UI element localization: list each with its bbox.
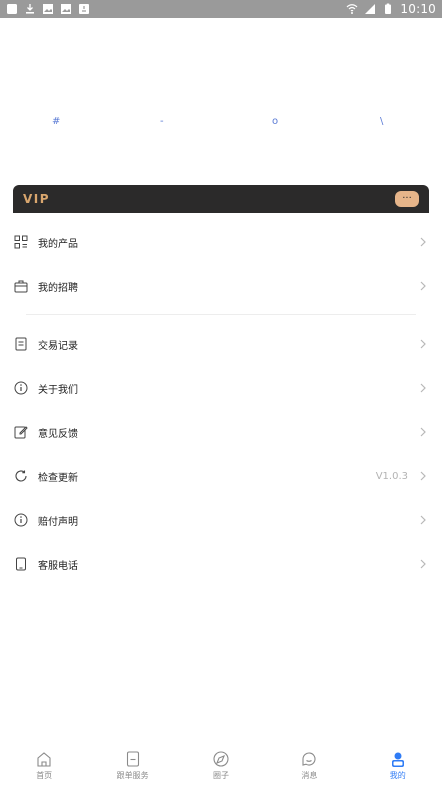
menu-item-check-update[interactable]: 检查更新 V1.0.3	[0, 454, 442, 498]
menu-item-right	[408, 514, 428, 526]
edit-icon	[14, 425, 28, 439]
chevron-right-icon	[418, 514, 428, 526]
menu-item-label: 意见反馈	[38, 428, 78, 440]
placeholder-glyph: o	[272, 116, 279, 127]
grid-icon	[14, 235, 28, 249]
tab-label: 跟单服务	[116, 771, 149, 780]
menu-item-right	[408, 280, 428, 292]
menu-item-right	[408, 382, 428, 394]
tab-label: 我的	[389, 771, 406, 780]
battery-icon	[382, 3, 394, 15]
download-icon	[24, 3, 36, 15]
menu-item-feedback[interactable]: 意见反馈	[0, 410, 442, 454]
info-icon	[14, 513, 28, 527]
tab-label: 圈子	[212, 771, 229, 780]
menu-item-transactions[interactable]: 交易记录	[0, 322, 442, 366]
tab-order-following[interactable]: 跟单服务	[89, 742, 177, 781]
menu-item-my-products[interactable]: 我的产品	[0, 220, 442, 264]
profile-menu: 我的产品 我的招聘 交易记录 关于我们 意见反馈 检查更新 V1.0.3 赔付声…	[0, 220, 442, 586]
document-icon	[14, 337, 28, 351]
chevron-right-icon	[418, 426, 428, 438]
vip-title: VIP	[23, 192, 51, 206]
chevron-right-icon	[418, 236, 428, 248]
refresh-icon	[14, 469, 28, 483]
tab-label: 首页	[36, 771, 53, 780]
bottom-navigation: 首页 跟单服务 圈子 消息 我的	[0, 742, 442, 786]
menu-item-right	[408, 236, 428, 248]
menu-item-label: 检查更新	[38, 472, 78, 484]
placeholder-glyph: -	[160, 116, 164, 127]
image-icon	[42, 3, 54, 15]
briefcase-icon	[14, 279, 28, 293]
info-icon	[14, 381, 28, 395]
status-time: 10:10	[400, 2, 436, 16]
menu-item-label: 赔付声明	[38, 516, 78, 528]
tab-home[interactable]: 首页	[0, 742, 88, 781]
status-left-icons	[6, 3, 90, 15]
menu-item-right	[408, 338, 428, 350]
vip-action-button[interactable]: ···	[395, 191, 419, 207]
placeholder-glyph: \	[380, 116, 384, 127]
home-icon	[35, 750, 53, 768]
version-value: V1.0.3	[375, 470, 408, 482]
wifi-icon	[346, 3, 358, 15]
menu-item-label: 交易记录	[38, 340, 78, 352]
header-placeholder-glyphs: # - o \	[0, 116, 442, 132]
menu-item-right: V1.0.3	[376, 470, 428, 482]
chevron-right-icon	[418, 382, 428, 394]
chevron-right-icon	[418, 558, 428, 570]
signal-icon	[364, 3, 376, 15]
chevron-right-icon	[418, 470, 428, 482]
menu-item-customer-service[interactable]: 客服电话	[0, 542, 442, 586]
tab-messages[interactable]: 消息	[265, 742, 353, 781]
vip-card[interactable]: VIP ···	[13, 185, 429, 213]
tab-mine[interactable]: 我的	[354, 742, 442, 781]
chevron-right-icon	[418, 338, 428, 350]
menu-item-compensation[interactable]: 赔付声明	[0, 498, 442, 542]
chat-icon	[300, 750, 318, 768]
menu-item-label: 客服电话	[38, 560, 78, 572]
menu-item-right	[408, 558, 428, 570]
menu-divider	[0, 308, 442, 322]
notification-icon	[78, 3, 90, 15]
tab-circle[interactable]: 圈子	[177, 742, 265, 781]
menu-item-right	[408, 426, 428, 438]
status-right-icons: 10:10	[346, 2, 436, 16]
app-icon	[6, 3, 18, 15]
menu-item-label: 我的招聘	[38, 282, 78, 294]
profile-page: 10:10 # - o \ VIP ··· 我的产品 我的招聘 交易记录 关于我…	[0, 0, 442, 786]
menu-item-label: 关于我们	[38, 384, 78, 396]
document-icon	[124, 750, 142, 768]
placeholder-glyph: #	[52, 116, 61, 127]
phone-icon	[14, 557, 28, 571]
menu-item-about-us[interactable]: 关于我们	[0, 366, 442, 410]
menu-item-my-recruitment[interactable]: 我的招聘	[0, 264, 442, 308]
status-bar: 10:10	[0, 0, 442, 18]
tab-label: 消息	[301, 771, 318, 780]
user-icon	[389, 750, 407, 768]
menu-item-label: 我的产品	[38, 238, 78, 250]
image-icon	[60, 3, 72, 15]
chevron-right-icon	[418, 280, 428, 292]
compass-icon	[212, 750, 230, 768]
